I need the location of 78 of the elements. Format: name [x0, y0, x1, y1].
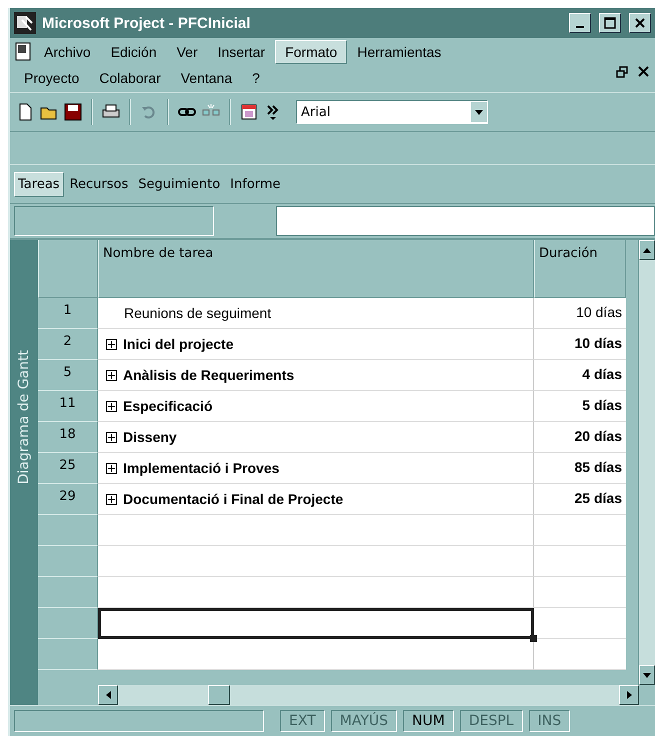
scroll-left-button[interactable] — [98, 685, 118, 705]
view-bar[interactable]: Diagrama de Gantt — [10, 240, 38, 705]
column-header[interactable]: Duración — [534, 240, 626, 298]
duration-cell: 10 días — [534, 329, 626, 360]
view-label: Diagrama de Gantt — [16, 350, 32, 485]
scroll-down-button[interactable] — [639, 665, 655, 685]
duration-cell: 25 días — [534, 484, 626, 515]
duration-cell: 10 días — [534, 298, 626, 329]
active-cell[interactable] — [98, 608, 534, 639]
row-number: 5 — [38, 360, 98, 391]
view-tab[interactable]: Recursos — [66, 172, 132, 196]
menu-item[interactable]: Ver — [166, 40, 208, 64]
minimize-icon — [576, 26, 584, 28]
window-title: Microsoft Project - PFCInicial — [42, 14, 252, 32]
close-icon — [635, 18, 645, 28]
expand-icon[interactable] — [106, 338, 117, 350]
row-number: 1 — [38, 298, 98, 329]
row-number: 25 — [38, 453, 98, 484]
duration-cell: 5 días — [534, 391, 626, 422]
app-icon — [14, 12, 36, 34]
scroll-up-button[interactable] — [639, 240, 655, 260]
select-all-cell[interactable] — [38, 240, 98, 298]
menu-item[interactable]: Edición — [100, 40, 167, 64]
view-tab[interactable]: Informe — [226, 172, 285, 196]
duration-cell: 4 días — [534, 360, 626, 391]
left-arrow-icon — [106, 691, 110, 699]
row-number: 2 — [38, 329, 98, 360]
menu-item[interactable]: Archivo — [34, 40, 101, 64]
row-number: 29 — [38, 484, 98, 515]
horizontal-scrollbar[interactable] — [98, 685, 639, 705]
close-icon[interactable] — [638, 66, 649, 77]
menu-item[interactable]: Ventana — [170, 66, 242, 90]
minimize-button[interactable] — [569, 13, 591, 33]
status-indicator: NUM — [403, 710, 454, 732]
maximize-icon — [604, 17, 616, 29]
right-arrow-icon — [626, 691, 632, 699]
task-name: Disseny — [123, 429, 177, 445]
close-button[interactable] — [629, 13, 651, 33]
task-name: Implementació i Proves — [123, 460, 280, 476]
expand-icon[interactable] — [106, 462, 117, 474]
menu-item[interactable]: Insertar — [208, 40, 276, 64]
scroll-thumb[interactable] — [208, 685, 230, 705]
menu-item[interactable]: Colaborar — [89, 66, 171, 90]
vertical-scrollbar[interactable] — [638, 240, 655, 685]
font-field[interactable]: Arial — [296, 100, 488, 124]
view-tab[interactable]: Seguimiento — [134, 172, 224, 196]
entry-field[interactable] — [276, 206, 655, 236]
task-name: Anàlisis de Requeriments — [123, 367, 294, 383]
duration-cell: 20 días — [534, 422, 626, 453]
status-indicator: DESPL — [460, 710, 523, 732]
row-number: 18 — [38, 422, 98, 453]
duration-cell: 85 días — [534, 453, 626, 484]
maximize-button[interactable] — [599, 13, 621, 33]
task-name: Especificació — [123, 398, 212, 414]
column-header[interactable]: Nombre de tarea — [98, 240, 534, 298]
menu-item[interactable]: ? — [242, 66, 270, 90]
status-indicator: INS — [528, 710, 570, 732]
scroll-right-button[interactable] — [619, 685, 639, 705]
save-icon[interactable] — [64, 103, 82, 121]
down-arrow-icon — [643, 672, 651, 678]
dropdown-icon — [475, 110, 483, 114]
menu-item[interactable]: Herramientas — [347, 40, 452, 64]
up-arrow-icon — [643, 248, 651, 252]
task-name: Reunions de seguiment — [124, 305, 272, 321]
row-number: 11 — [38, 391, 98, 422]
menu-item[interactable]: Formato — [275, 40, 348, 64]
status-indicator: MAYÚS — [330, 710, 398, 732]
status-indicator: EXT — [280, 710, 325, 732]
task-name: Inici del projecte — [123, 336, 234, 352]
expand-icon[interactable] — [106, 370, 117, 380]
task-info-icon[interactable] — [240, 103, 258, 121]
view-tab[interactable]: Tareas — [14, 172, 64, 196]
restore-icon[interactable] — [616, 66, 628, 78]
expand-icon[interactable] — [106, 494, 117, 504]
menu-item[interactable]: Proyecto — [14, 66, 90, 90]
expand-icon[interactable] — [106, 400, 117, 412]
task-name: Documentació i Final de Projecte — [123, 491, 344, 507]
expand-icon[interactable] — [106, 432, 117, 442]
